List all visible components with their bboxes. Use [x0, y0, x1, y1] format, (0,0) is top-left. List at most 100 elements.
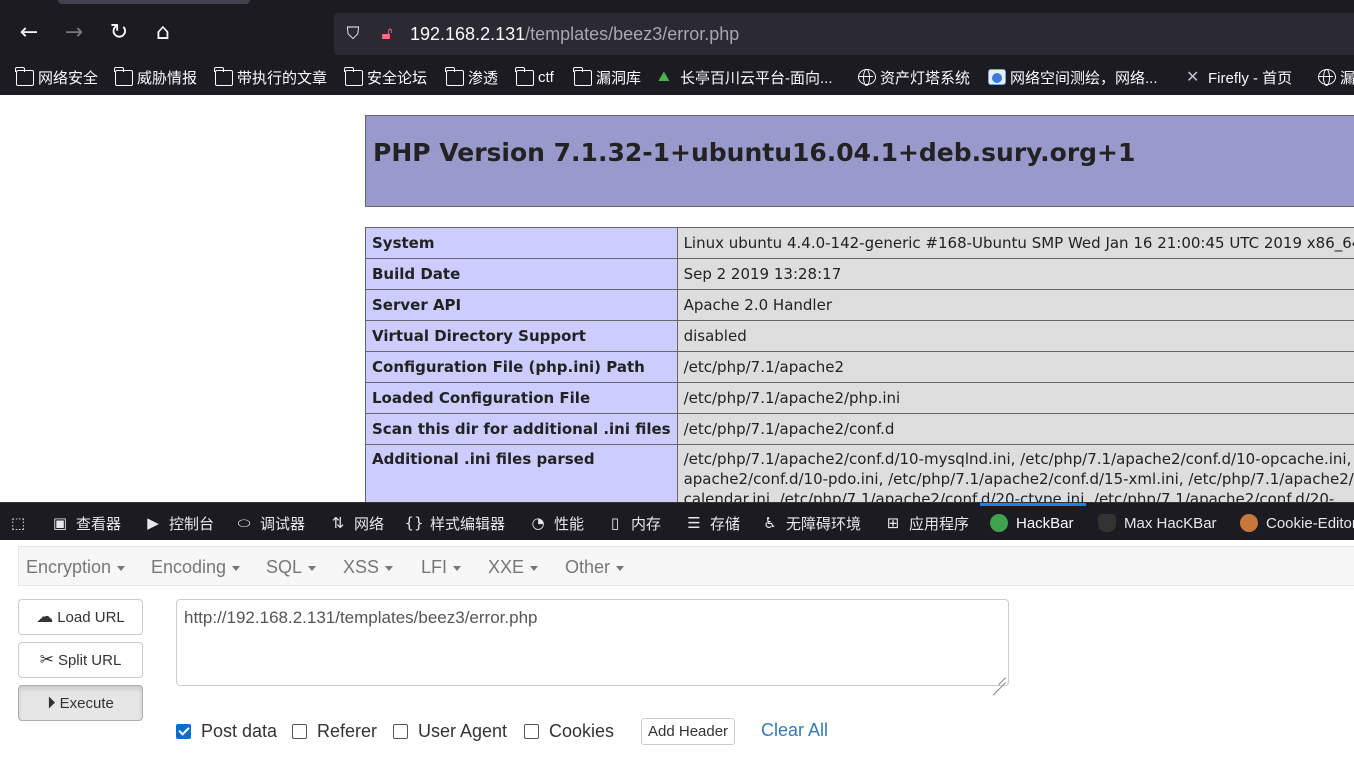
- menu-other[interactable]: Other: [565, 557, 625, 578]
- bookmarks-toolbar: 网络安全 威胁情报 带执行的文章 安全论坛 渗透 ctf 漏洞库 ⛰ 长亭百川云平…: [0, 62, 1354, 92]
- forward-arrow-icon[interactable]: →: [59, 18, 89, 48]
- tab-label: 存储: [710, 515, 741, 533]
- tab-accessibility[interactable]: ♿︎ 无障碍环境: [760, 512, 861, 534]
- address-bar[interactable]: ⛉ 🔓︎ 192.168.2.131/templates/beez3/error…: [334, 13, 1354, 55]
- page-content: PHP Version 7.1.32-1+ubuntu16.04.1+deb.s…: [0, 95, 1354, 502]
- home-icon[interactable]: ⌂: [148, 18, 178, 48]
- style-editor-icon: {}: [404, 514, 424, 532]
- menu-encoding[interactable]: Encoding: [151, 557, 241, 578]
- tab-console[interactable]: ▶ 控制台: [143, 512, 214, 534]
- load-url-button[interactable]: ☁ Load URL: [18, 599, 143, 635]
- bookmark-folder[interactable]: 网络安全: [15, 65, 98, 89]
- tab-memory[interactable]: ▯ 内存: [605, 512, 661, 534]
- post-data-checkbox[interactable]: Post data: [176, 718, 277, 744]
- row-key: Build Date: [365, 258, 678, 290]
- devtools-panel: ⬚ ▣ 查看器 ▶ 控制台 ⬭ 调试器 ⇅ 网络 {} 样式编辑器 ◔ 性能 ▯ 内存 ☰ 存储…: [0, 502, 1354, 759]
- inspector-icon: ▣: [52, 514, 68, 532]
- tab-max-hackbar[interactable]: Max HacKBar: [1098, 512, 1217, 534]
- tab-storage[interactable]: ☰ 存储: [684, 512, 740, 534]
- url-path: /templates/beez3/error.php: [525, 24, 740, 44]
- accessibility-icon: ♿︎: [763, 514, 777, 532]
- cookies-checkbox[interactable]: Cookies: [524, 718, 614, 744]
- table-row: System Linux ubuntu 4.4.0-142-generic #16…: [365, 227, 1354, 259]
- referer-checkbox[interactable]: Referer: [292, 718, 377, 744]
- split-url-button[interactable]: ✂ Split URL: [18, 642, 143, 678]
- row-key: System: [365, 227, 678, 259]
- bookmark-folder[interactable]: 渗透: [445, 65, 499, 89]
- checkbox-icon: [524, 723, 539, 739]
- row-key: Additional .ini files parsed: [365, 444, 678, 502]
- active-tab-sliver[interactable]: [58, 0, 250, 4]
- tab-performance[interactable]: ◔ 性能: [528, 512, 584, 534]
- insecure-lock-icon[interactable]: 🔓︎: [376, 23, 398, 45]
- bookmark-folder[interactable]: 带执行的文章: [214, 65, 327, 89]
- tab-hackbar[interactable]: HackBar: [990, 512, 1074, 534]
- tab-network[interactable]: ⇅ 网络: [328, 512, 384, 534]
- tab-cookie-editor[interactable]: Cookie-Editor: [1240, 512, 1354, 534]
- tab-debugger[interactable]: ⬭ 调试器: [234, 512, 305, 534]
- button-label: Execute: [59, 694, 114, 712]
- mountain-icon: ⛰: [658, 69, 670, 85]
- tab-application[interactable]: ⊞ 应用程序: [883, 512, 969, 534]
- row-key: Loaded Configuration File: [365, 382, 678, 414]
- folder-icon: [573, 67, 592, 86]
- tab-label: 网络: [354, 515, 385, 533]
- bookmark-folder[interactable]: ctf: [515, 65, 554, 89]
- menu-encryption[interactable]: Encryption: [26, 557, 126, 578]
- folder-icon: [344, 67, 363, 86]
- tab-label: Max HacKBar: [1124, 514, 1217, 532]
- bookmark-folder[interactable]: 漏洞库: [573, 65, 642, 89]
- menu-sql[interactable]: SQL: [266, 557, 317, 578]
- clear-all-link[interactable]: Clear All: [761, 720, 828, 741]
- scissors-icon: ✂: [39, 650, 54, 670]
- tab-label: HackBar: [1016, 514, 1074, 532]
- menu-xxe[interactable]: XXE: [488, 557, 539, 578]
- caret-down-icon: [232, 565, 241, 571]
- memory-icon: ▯: [610, 514, 620, 532]
- url-textarea[interactable]: http://192.168.2.131/templates/beez3/err…: [176, 599, 1009, 686]
- add-header-button[interactable]: Add Header: [641, 718, 736, 745]
- url-text[interactable]: 192.168.2.131/templates/beez3/error.php: [410, 23, 739, 45]
- table-row: Additional .ini files parsed /etc/php/7.…: [365, 444, 1354, 502]
- row-key: Server API: [365, 289, 678, 321]
- bookmark-folder[interactable]: 威胁情报: [114, 65, 197, 89]
- php-version-title: PHP Version 7.1.32-1+ubuntu16.04.1+deb.s…: [373, 138, 1136, 167]
- menu-xss[interactable]: XSS: [343, 557, 394, 578]
- row-value: /etc/php/7.1/apache2/php.ini: [676, 382, 1354, 414]
- bookmark-link[interactable]: 资产灯塔系统: [858, 65, 970, 89]
- tab-label: Cookie-Editor: [1266, 514, 1354, 532]
- tab-label: 性能: [554, 515, 585, 533]
- row-value: /etc/php/7.1/apache2/conf.d/10-mysqlnd.i…: [676, 444, 1354, 502]
- tab-style-editor[interactable]: {} 样式编辑器: [404, 512, 505, 534]
- resize-handle-icon[interactable]: [992, 669, 1006, 683]
- navigation-bar: ← → ↻ ⌂ ⛉ 🔓︎ 192.168.2.131/templates/bee…: [0, 10, 1354, 58]
- tab-label: 控制台: [169, 515, 215, 533]
- user-agent-checkbox[interactable]: User Agent: [393, 718, 507, 744]
- value-line: apache2/conf.d/10-pdo.ini, /etc/php/7.1/…: [683, 470, 1354, 488]
- shield-icon[interactable]: ⛉: [342, 23, 364, 45]
- reload-icon[interactable]: ↻: [104, 18, 134, 48]
- bookmark-folder[interactable]: 安全论坛: [344, 65, 427, 89]
- bookmark-link[interactable]: 漏: [1318, 65, 1354, 89]
- bookmark-label: 渗透: [468, 69, 499, 87]
- element-picker-button[interactable]: ⬚: [8, 512, 34, 534]
- table-row: Virtual Directory Support disabled: [365, 320, 1354, 352]
- tab-inspector[interactable]: ▣ 查看器: [50, 512, 121, 534]
- application-icon: ⊞: [886, 514, 900, 532]
- phpinfo-table: System Linux ubuntu 4.4.0-142-generic #16…: [365, 227, 1354, 502]
- bookmark-label: 漏洞库: [596, 69, 642, 87]
- row-value: /etc/php/7.1/apache2/conf.d: [676, 413, 1354, 445]
- browser-chrome: ← → ↻ ⌂ ⛉ 🔓︎ 192.168.2.131/templates/bee…: [0, 0, 1354, 95]
- execute-button[interactable]: ⏵ Execute: [18, 685, 143, 721]
- tab-label: 查看器: [76, 515, 122, 533]
- row-value: /etc/php/7.1/apache2: [676, 351, 1354, 383]
- table-row: Configuration File (php.ini) Path/etc/ph…: [365, 351, 1354, 383]
- bookmark-link[interactable]: ⛰ 长亭百川云平台-面向...: [658, 65, 833, 89]
- row-value: disabled: [676, 320, 1354, 352]
- storage-icon: ☰: [687, 514, 701, 532]
- bookmark-link[interactable]: ✕ Firefly - 首页: [1186, 65, 1292, 89]
- back-arrow-icon[interactable]: ←: [14, 18, 44, 48]
- checkbox-label: User Agent: [418, 720, 508, 741]
- bookmark-link[interactable]: 网络空间测绘，网络...: [988, 65, 1158, 89]
- menu-lfi[interactable]: LFI: [421, 557, 462, 578]
